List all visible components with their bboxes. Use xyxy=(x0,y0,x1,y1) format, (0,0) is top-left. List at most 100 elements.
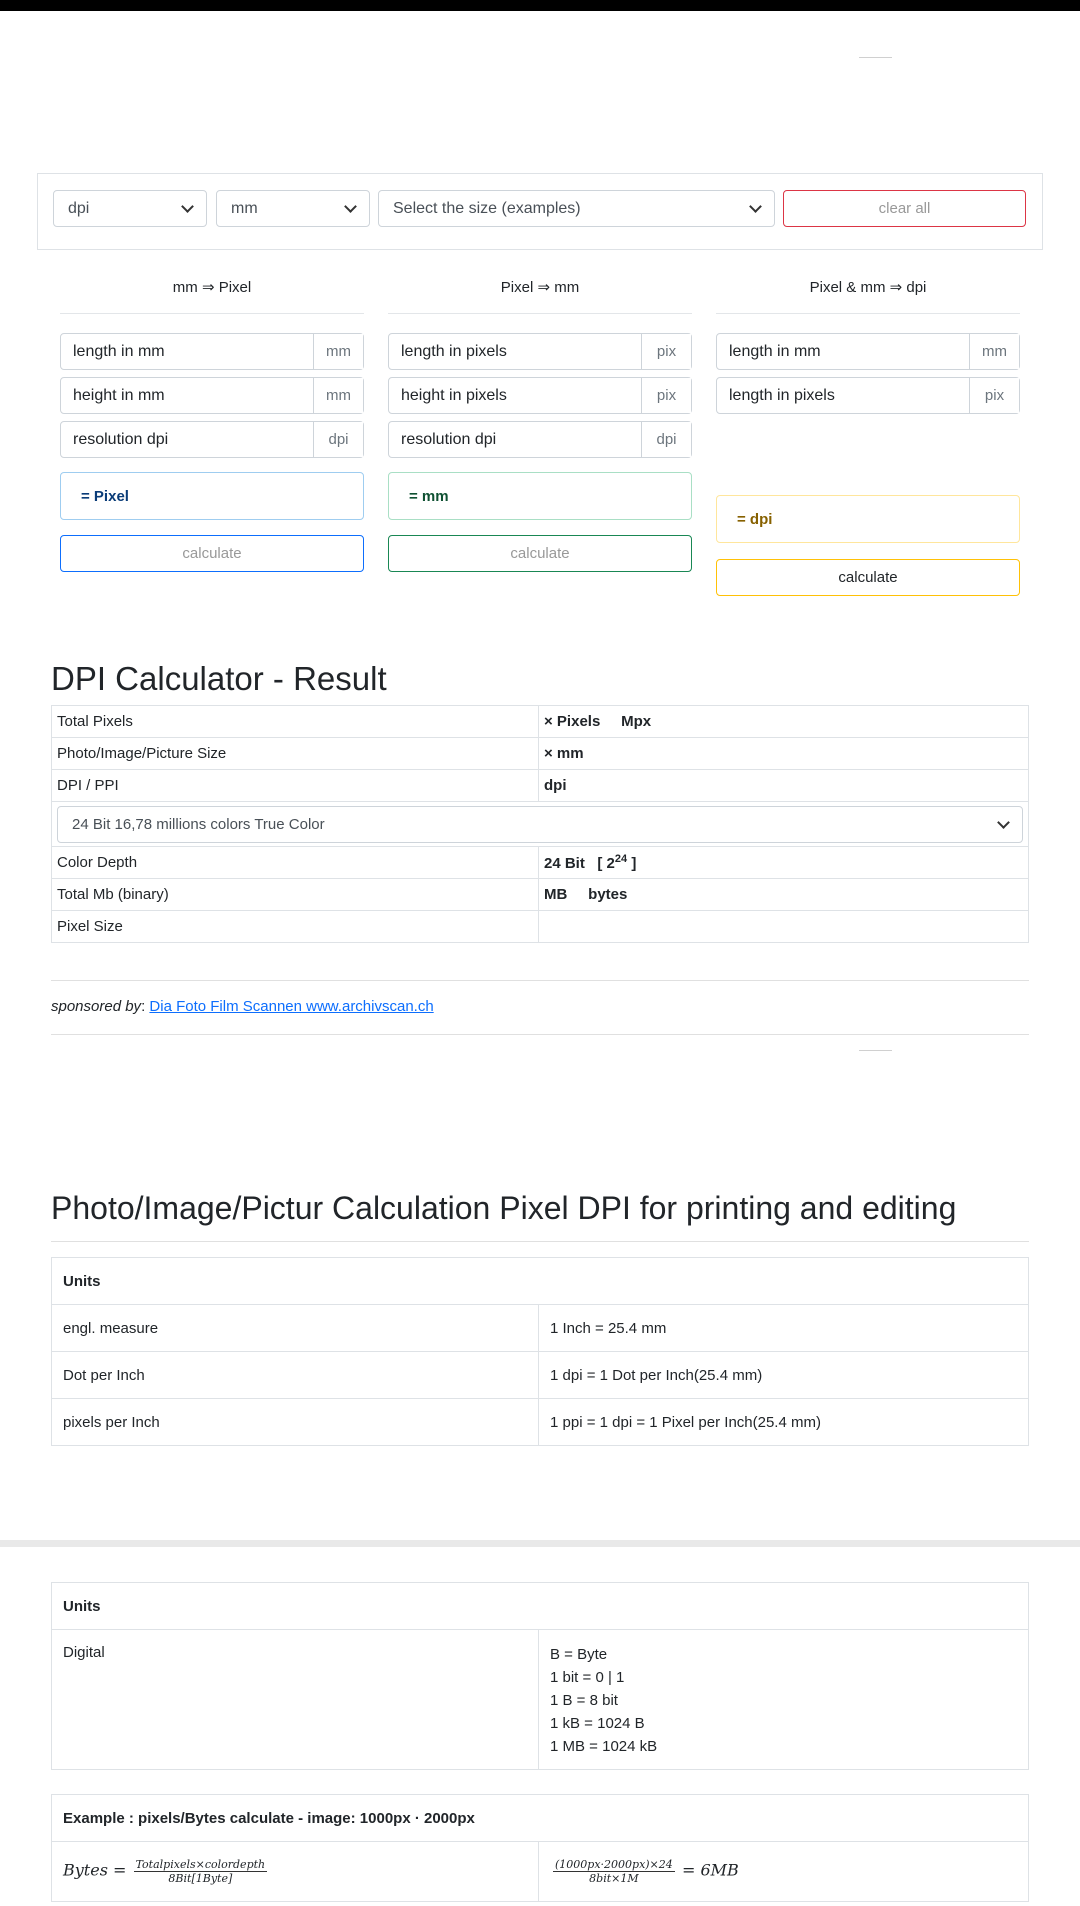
input-placeholder: resolution dpi xyxy=(401,430,497,448)
pixel-result: = Pixel xyxy=(60,472,364,520)
digital-units-table: Units Digital B = Byte 1 bit = 0 | 1 1 B… xyxy=(51,1582,1029,1770)
column-title-text: mm ⇒ Pixel xyxy=(172,279,252,296)
calc-denominator: 8bit×1M xyxy=(589,1872,639,1885)
length-mm-input[interactable]: length in mm mm xyxy=(60,333,364,370)
unit-select-dpi[interactable]: dpi xyxy=(53,190,207,227)
calculation-cell: (1000px·2000px)×24 8bit×1M = 6MB xyxy=(538,1841,1029,1902)
table-row: Total Mb (binary) MB bytes xyxy=(51,878,1029,911)
result-title: DPI Calculator - Result xyxy=(51,660,387,697)
table-row: Digital B = Byte 1 bit = 0 | 1 1 B = 8 b… xyxy=(51,1629,1029,1770)
sponsor-prefix: sponsored by xyxy=(51,998,142,1015)
row-label: Color Depth xyxy=(51,846,539,879)
unit-addon: mm xyxy=(313,334,363,369)
dpi-value: dpi xyxy=(538,769,1029,802)
formula-lhs: Bytes = xyxy=(63,1860,127,1880)
section-band xyxy=(0,1540,1080,1547)
input-placeholder: length in mm xyxy=(729,342,821,360)
size-examples-select[interactable]: Select the size (examples) xyxy=(378,190,775,227)
resolution-dpi-input[interactable]: resolution dpi dpi xyxy=(388,421,692,458)
formula-numerator: Totalpixels×colordepth xyxy=(133,1858,268,1872)
height-mm-input[interactable]: height in mm mm xyxy=(60,377,364,414)
divider xyxy=(859,1050,892,1051)
photo-size-value: × mm xyxy=(538,737,1029,770)
formula-cell: Bytes = Totalpixels×colordepth 8Bit[1Byte… xyxy=(51,1841,539,1902)
color-depth-select[interactable]: 24 Bit 16,78 millions colors True Color xyxy=(57,805,1023,843)
unit-select-value: mm xyxy=(231,199,258,217)
divider xyxy=(51,1241,1029,1242)
table-header: Units xyxy=(51,1257,1029,1305)
unit-select-value: dpi xyxy=(68,199,90,217)
table-row: pixels per Inch 1 ppi = 1 dpi = 1 Pixel p… xyxy=(51,1398,1029,1446)
table-row: engl. measure 1 Inch = 25.4 mm xyxy=(51,1304,1029,1352)
divider xyxy=(51,1034,1029,1035)
table-row: DPI / PPI dpi xyxy=(51,769,1029,802)
calculate-dpi-button[interactable]: calculate xyxy=(716,559,1020,596)
column-title-pixel-to-mm: Pixel ⇒ mm xyxy=(388,278,692,314)
mm-result: = mm xyxy=(388,472,692,520)
clear-all-button[interactable]: clear all xyxy=(783,190,1026,227)
unit-value: 1 dpi = 1 Dot per Inch(25.4 mm) xyxy=(538,1351,1029,1399)
power-close: ] xyxy=(631,855,637,872)
unit-addon: pix xyxy=(641,334,691,369)
color-select-cell: 24 Bit 16,78 millions colors True Color xyxy=(51,801,1029,847)
formula-fraction: Totalpixels×colordepth 8Bit[1Byte] xyxy=(133,1858,268,1885)
table-row: Example : pixels/Bytes calculate - image… xyxy=(51,1794,1029,1842)
units-table: Units engl. measure 1 Inch = 25.4 mm Dot … xyxy=(51,1257,1029,1446)
digital-unit-values: B = Byte 1 bit = 0 | 1 1 B = 8 bit 1 kB … xyxy=(538,1629,1029,1770)
unit-addon: pix xyxy=(641,378,691,413)
unit-name: Dot per Inch xyxy=(51,1351,539,1399)
table-row: Dot per Inch 1 dpi = 1 Dot per Inch(25.4 … xyxy=(51,1351,1029,1399)
unit-line: 1 MB = 1024 kB xyxy=(550,1738,658,1755)
sponsor-line: sponsored by: Dia Foto Film Scannen www.… xyxy=(51,998,434,1015)
toolbar: dpi mm Select the size (examples) clear … xyxy=(37,173,1043,250)
dpi-result: = dpi xyxy=(716,495,1020,543)
height-pixels-input[interactable]: height in pixels pix xyxy=(388,377,692,414)
sponsor-link[interactable]: Dia Foto Film Scannen www.archivscan.ch xyxy=(149,998,433,1015)
column-title-text: Pixel ⇒ mm xyxy=(500,279,580,296)
table-row: Bytes = Totalpixels×colordepth 8Bit[1Byte… xyxy=(51,1841,1029,1902)
calculate-mm-button[interactable]: calculate xyxy=(388,535,692,572)
chevron-down-icon xyxy=(344,200,357,213)
power-base: [ 2 xyxy=(597,855,615,872)
calculate-pixel-button[interactable]: calculate xyxy=(60,535,364,572)
table-row: Units xyxy=(51,1257,1029,1305)
calc-fraction: (1000px·2000px)×24 8bit×1M xyxy=(553,1858,675,1885)
length-pixels-input[interactable]: length in pixels pix xyxy=(388,333,692,370)
length-mm-input[interactable]: length in mm mm xyxy=(716,333,1020,370)
unit-select-mm[interactable]: mm xyxy=(216,190,370,227)
unit-name: engl. measure xyxy=(51,1304,539,1352)
length-pixels-input[interactable]: length in pixels pix xyxy=(716,377,1020,414)
size-select-value: Select the size (examples) xyxy=(393,199,581,217)
unit-line: B = Byte xyxy=(550,1646,608,1663)
row-label: DPI / PPI xyxy=(51,769,539,802)
table-row: Units xyxy=(51,1582,1029,1630)
formula-denominator: 8Bit[1Byte] xyxy=(168,1872,233,1885)
example-table: Example : pixels/Bytes calculate - image… xyxy=(51,1794,1029,1902)
row-label: Total Pixels xyxy=(51,705,539,738)
chevron-down-icon xyxy=(749,200,762,213)
input-placeholder: length in pixels xyxy=(729,386,835,404)
unit-addon: dpi xyxy=(313,422,363,457)
resolution-dpi-input[interactable]: resolution dpi dpi xyxy=(60,421,364,458)
color-depth-value: 24 Bit [ 224 ] xyxy=(538,846,1029,879)
bit-value: 24 Bit xyxy=(544,855,585,872)
column-title-pixel-mm-to-dpi: Pixel & mm ⇒ dpi xyxy=(716,278,1020,314)
unit-line: 1 bit = 0 | 1 xyxy=(550,1669,625,1686)
unit-addon: mm xyxy=(313,378,363,413)
bytes-value: bytes xyxy=(588,886,628,903)
power-exponent: 24 xyxy=(614,853,628,865)
row-label: Pixel Size xyxy=(51,910,539,943)
section-title: Photo/Image/Pictur Calculation Pixel DPI… xyxy=(51,1190,957,1226)
sponsor-colon: : xyxy=(141,998,146,1015)
table-row: Total Pixels × Pixels Mpx xyxy=(51,705,1029,738)
pixel-size-value xyxy=(538,910,1029,943)
table-header: Example : pixels/Bytes calculate - image… xyxy=(51,1794,1029,1842)
table-row: Color Depth 24 Bit [ 224 ] xyxy=(51,846,1029,879)
top-bar xyxy=(0,0,1080,11)
color-select-value: 24 Bit 16,78 millions colors True Color xyxy=(72,815,325,833)
table-header: Units xyxy=(51,1582,1029,1630)
input-placeholder: length in mm xyxy=(73,342,165,360)
row-label: Photo/Image/Picture Size xyxy=(51,737,539,770)
table-row: 24 Bit 16,78 millions colors True Color xyxy=(51,801,1029,847)
divider xyxy=(51,980,1029,981)
